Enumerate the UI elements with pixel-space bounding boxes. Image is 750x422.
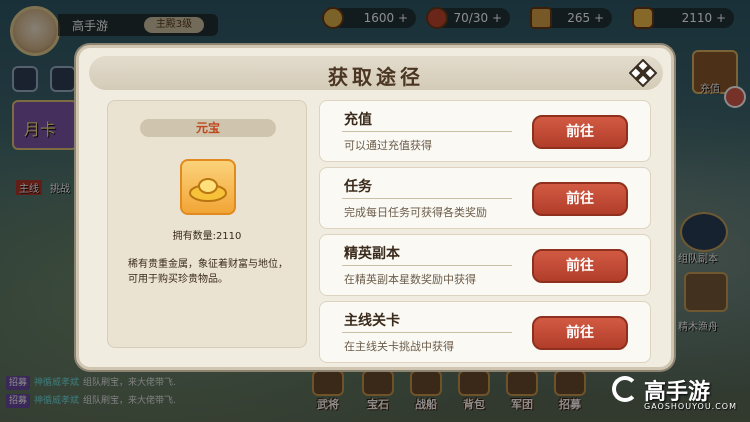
- source-desc: 在精英副本星数奖励中获得: [344, 273, 476, 286]
- source-desc: 可以通过充值获得: [344, 139, 432, 152]
- source-row-main-stage: 主线关卡 在主线关卡挑战中获得 前往: [319, 301, 651, 363]
- item-description: 稀有贵重金属，象征着财富与地位，可用于购买珍贵物品。: [128, 259, 288, 285]
- close-button[interactable]: [628, 58, 658, 88]
- source-divider: [342, 198, 512, 199]
- go-button[interactable]: 前往: [532, 182, 628, 216]
- item-info-panel: 元宝 拥有数量:2110 稀有贵重金属，象征着财富与地位，可用于购买珍贵物品。: [107, 100, 307, 348]
- source-divider: [342, 265, 512, 266]
- source-title: 主线关卡: [344, 313, 400, 329]
- go-button[interactable]: 前往: [532, 115, 628, 149]
- acquisition-modal: 获取途径 元宝 拥有数量:2110 稀有贵重金属，象征着财富与地位，可用于购买珍…: [76, 45, 674, 370]
- source-desc: 在主线关卡挑战中获得: [344, 340, 454, 353]
- source-row-elite-dungeon: 精英副本 在精英副本星数奖励中获得 前往: [319, 234, 651, 296]
- source-desc: 完成每日任务可获得各类奖励: [344, 206, 487, 219]
- source-divider: [342, 332, 512, 333]
- source-row-task: 任务 完成每日任务可获得各类奖励 前往: [319, 167, 651, 229]
- watermark-url: GAOSHOUYOU.COM: [644, 402, 738, 411]
- ingot-icon: [180, 159, 236, 215]
- close-icon: [628, 58, 658, 88]
- go-button[interactable]: 前往: [532, 316, 628, 350]
- source-row-recharge: 充值 可以通过充值获得 前往: [319, 100, 651, 162]
- source-divider: [342, 131, 512, 132]
- source-title: 精英副本: [344, 246, 400, 262]
- logo-icon: [612, 376, 638, 402]
- modal-header: 获取途径: [89, 56, 663, 90]
- watermark: 高手游 GAOSHOUYOU.COM: [612, 372, 742, 416]
- item-name: 元宝: [140, 119, 276, 137]
- item-owned-count: 拥有数量:2110: [172, 231, 242, 242]
- source-title: 充值: [344, 112, 372, 128]
- go-button[interactable]: 前往: [532, 249, 628, 283]
- source-title: 任务: [344, 179, 372, 195]
- modal-title: 获取途径: [328, 65, 424, 89]
